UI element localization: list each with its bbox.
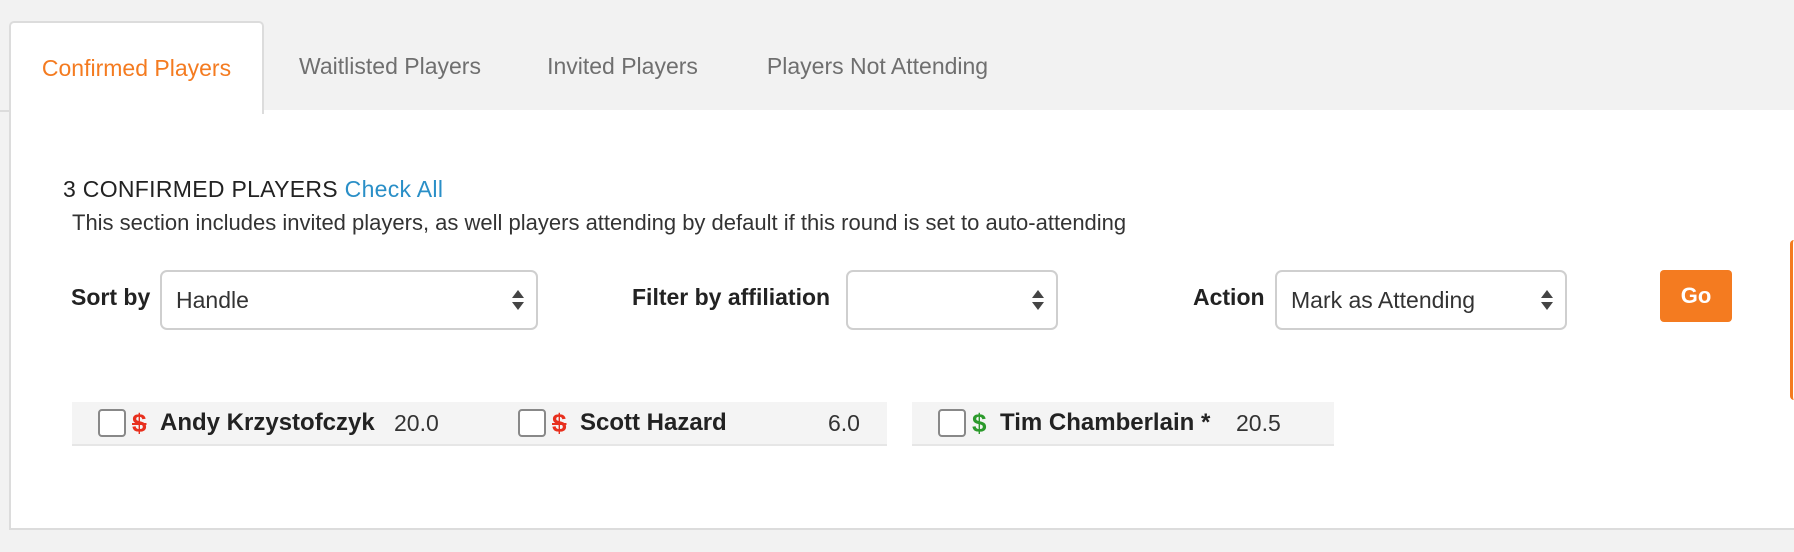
check-all-link[interactable]: Check All xyxy=(345,176,444,202)
tab-label: Waitlisted Players xyxy=(299,53,481,79)
tab-confirmed-players[interactable]: Confirmed Players xyxy=(9,21,264,114)
select-arrows-icon xyxy=(1541,290,1553,310)
unpaid-dollar-icon: $ xyxy=(132,407,147,438)
tab-invited-players[interactable]: Invited Players xyxy=(530,21,715,112)
select-arrows-icon xyxy=(512,290,524,310)
sort-by-label: Sort by xyxy=(71,284,151,310)
unpaid-dollar-icon: $ xyxy=(552,407,567,438)
tab-label: Players Not Attending xyxy=(766,53,989,79)
tab-waitlisted-players[interactable]: Waitlisted Players xyxy=(280,21,500,112)
player-handicap: 20.0 xyxy=(394,409,439,436)
edge-panel-hint xyxy=(1790,240,1794,400)
filter-affiliation-label: Filter by affiliation xyxy=(632,284,831,310)
go-button[interactable]: Go xyxy=(1660,270,1732,322)
player-card-tim-chamberlain: $ Tim Chamberlain * 20.5 xyxy=(912,402,1334,446)
section-description: This section includes invited players, a… xyxy=(72,210,1127,235)
player-handicap: 6.0 xyxy=(828,409,860,436)
player-name: Andy Krzystofczyk xyxy=(160,409,375,436)
player-checkbox[interactable] xyxy=(938,409,966,437)
player-name: Scott Hazard xyxy=(580,409,727,436)
tab-label: Invited Players xyxy=(547,53,698,79)
confirmed-count-text: 3 CONFIRMED PLAYERS xyxy=(63,176,338,202)
player-card-andy-krzystofczyk: $ Andy Krzystofczyk 20.0 xyxy=(72,402,492,446)
paid-dollar-icon: $ xyxy=(972,407,987,438)
player-checkbox[interactable] xyxy=(98,409,126,437)
action-select[interactable]: Mark as Attending xyxy=(1275,270,1567,330)
action-label: Action xyxy=(1193,284,1265,310)
player-checkbox[interactable] xyxy=(518,409,546,437)
sort-by-select[interactable]: Handle xyxy=(160,270,538,330)
tab-players-not-attending[interactable]: Players Not Attending xyxy=(755,21,1000,112)
tab-label: Confirmed Players xyxy=(41,55,232,81)
confirmed-count-heading: 3 CONFIRMED PLAYERS Check All xyxy=(63,176,443,203)
tab-bar: Confirmed Players Waitlisted Players Inv… xyxy=(0,0,1794,114)
select-arrows-icon xyxy=(1032,290,1044,310)
action-value: Mark as Attending xyxy=(1291,286,1476,313)
player-card-scott-hazard: $ Scott Hazard 6.0 xyxy=(492,402,887,446)
sort-by-value: Handle xyxy=(176,286,249,313)
player-name: Tim Chamberlain * xyxy=(1000,409,1211,436)
player-handicap: 20.5 xyxy=(1236,409,1281,436)
filter-affiliation-select[interactable] xyxy=(846,270,1058,330)
